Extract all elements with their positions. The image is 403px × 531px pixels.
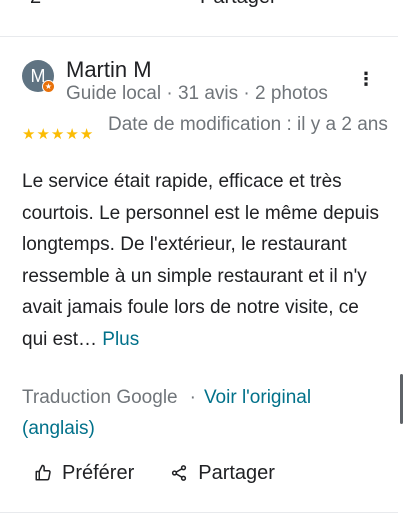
translation-separator: ·: [189, 387, 196, 408]
divider-bottom: [0, 512, 398, 513]
review-date: Date de modification : il y a 2 ans: [108, 114, 388, 135]
star-icon: ★: [22, 126, 36, 143]
local-guide-badge-icon: ★: [42, 80, 55, 93]
star-icon: ★: [50, 126, 65, 143]
review-body: Le service était rapide, efficace et trè…: [22, 171, 379, 350]
like-label: Préférer: [62, 461, 135, 484]
divider-top: [0, 36, 398, 37]
share-button[interactable]: Partager: [158, 455, 287, 491]
read-more-link[interactable]: Plus: [102, 329, 139, 350]
review-actions: Préférer Partager: [22, 455, 287, 491]
star-icon: ★: [36, 126, 50, 143]
star-icon: ★: [79, 126, 94, 143]
author-subtitle[interactable]: Guide local · 31 avis · 2 photos: [66, 83, 328, 105]
review-text: Le service était rapide, efficace et trè…: [22, 166, 382, 355]
translation-label: Traduction Google: [22, 387, 178, 408]
translation-row: Traduction Google · Voir l'original (angla…: [22, 382, 382, 444]
thumb-up-icon: [35, 464, 51, 481]
vertical-dots-icon[interactable]: ⋮: [356, 68, 376, 90]
like-button[interactable]: Préférer: [22, 455, 146, 491]
share-label: Partager: [198, 461, 275, 484]
star-icon: ★: [65, 126, 79, 143]
previous-share-label[interactable]: Partager: [200, 0, 277, 8]
author-name[interactable]: Martin M: [66, 57, 152, 83]
previous-like-count[interactable]: 2: [30, 0, 41, 8]
previous-review-actions: 2 Partager: [0, 0, 403, 8]
star-rating: ★ ★ ★ ★ ★: [22, 125, 93, 145]
share-icon: [172, 465, 187, 481]
